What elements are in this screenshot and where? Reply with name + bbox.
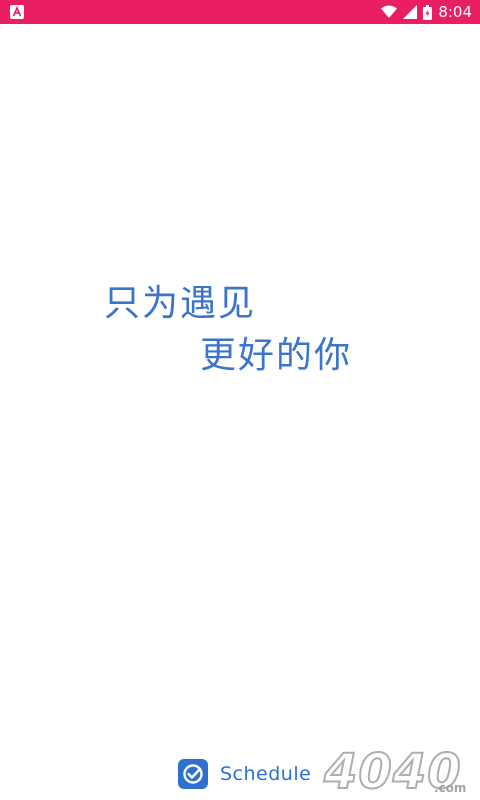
watermark-suffix: .com <box>434 781 466 795</box>
check-badge-icon <box>178 759 208 789</box>
wifi-icon <box>381 5 398 18</box>
slogan-line-2: 更好的你 <box>200 335 353 376</box>
status-icons: 8:04 <box>381 0 472 24</box>
battery-icon <box>423 4 433 20</box>
app-notification-icon <box>10 5 24 19</box>
cell-signal-icon <box>403 5 418 19</box>
watermark-logo: 4040 .com <box>322 743 466 798</box>
brand-name: Schedule <box>220 763 312 785</box>
brand-footer: Schedule <box>178 758 311 790</box>
status-time: 8:04 <box>438 3 472 21</box>
status-bar: 8:04 <box>0 0 480 24</box>
slogan-line-1: 只为遇见 <box>104 283 257 324</box>
